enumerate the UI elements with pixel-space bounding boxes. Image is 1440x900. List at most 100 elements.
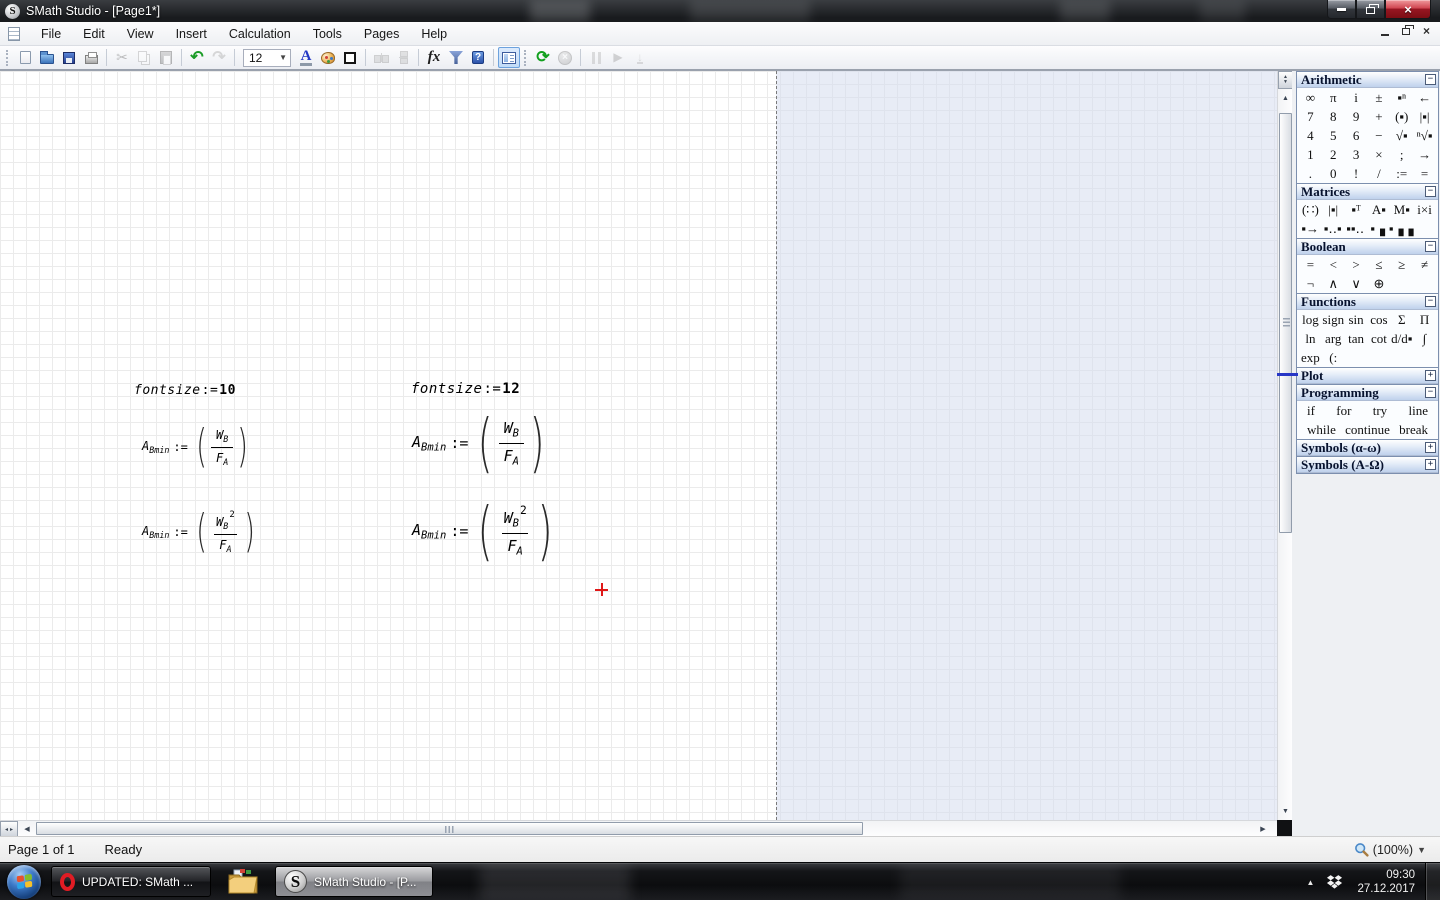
palette-item[interactable]: 9 [1345, 108, 1368, 125]
palette-item[interactable]: ▪ⁿ [1390, 89, 1413, 106]
palette-item[interactable]: 3 [1345, 146, 1368, 163]
taskbar-button-opera[interactable]: UPDATED: SMath ... [51, 866, 211, 897]
palette-item[interactable]: Π [1413, 311, 1436, 328]
palette-item[interactable]: tan [1345, 330, 1368, 347]
palette-item[interactable]: > [1345, 256, 1368, 273]
palette-item[interactable]: while [1307, 421, 1336, 438]
show-desktop-button[interactable] [1425, 863, 1440, 900]
palette-item[interactable]: line [1408, 402, 1428, 419]
palette-item[interactable]: 1 [1299, 146, 1322, 163]
palette-item[interactable]: ← [1413, 89, 1436, 106]
palette-item[interactable]: 8 [1322, 108, 1345, 125]
palette-item[interactable]: Σ [1390, 311, 1413, 328]
vertical-scroll-thumb[interactable] [1279, 113, 1292, 533]
palette-item[interactable]: ∞ [1299, 89, 1322, 106]
font-color-button[interactable]: A [295, 47, 317, 68]
palette-item[interactable]: − [1368, 127, 1391, 144]
panel-plot-header[interactable]: Plot+ [1297, 368, 1438, 384]
palette-item[interactable]: ≠ [1413, 256, 1436, 273]
palette-item[interactable]: cos [1368, 311, 1391, 328]
palette-item[interactable]: exp [1299, 349, 1322, 366]
scroll-up-button[interactable]: ▲ [1278, 91, 1293, 105]
palette-item[interactable]: ln [1299, 330, 1322, 347]
zoom-control[interactable]: (100%) ▼ [1354, 842, 1426, 857]
close-button[interactable]: × [1385, 0, 1431, 19]
palette-item[interactable]: ▪→ [1299, 220, 1321, 237]
palette-item[interactable]: (▪) [1390, 108, 1413, 125]
panel-symbols-α-ω-header[interactable]: Symbols (α-ω)+ [1297, 440, 1438, 456]
palette-item[interactable]: i [1345, 89, 1368, 106]
palette-item[interactable]: ∫ [1413, 330, 1436, 347]
horizontal-scrollbar[interactable]: ◂▸ ◀ ▶ [0, 820, 1277, 836]
math-region-1[interactable]: ABmin := ( WB FA ) [142, 421, 251, 473]
palette-item[interactable]: < [1322, 256, 1345, 273]
start-button[interactable] [7, 865, 41, 899]
minimize-button[interactable] [1327, 0, 1356, 19]
panel-arithmetic-header[interactable]: Arithmetic− [1297, 72, 1438, 88]
palette-item[interactable]: . [1299, 165, 1322, 182]
split-view-handle[interactable]: ◂▸ [0, 821, 18, 837]
palette-item[interactable]: log [1299, 311, 1322, 328]
palette-item[interactable]: try [1373, 402, 1387, 419]
menu-item-view[interactable]: View [116, 24, 165, 44]
palette-item[interactable]: := [1390, 165, 1413, 182]
taskbar-button-smath[interactable]: S SMath Studio - [P... [275, 866, 433, 897]
insert-function-button[interactable]: fx [423, 47, 445, 68]
palette-item[interactable]: × [1368, 146, 1391, 163]
undo-button[interactable]: ↶ [186, 47, 208, 68]
palette-item[interactable]: A▪ [1368, 201, 1391, 218]
menu-item-tools[interactable]: Tools [302, 24, 353, 44]
reference-book-button[interactable]: ? [467, 47, 489, 68]
clock[interactable]: 09:30 27.12.2017 [1357, 868, 1415, 896]
palette-item[interactable]: 2 [1322, 146, 1345, 163]
dropbox-icon[interactable] [1326, 875, 1343, 890]
collapse-icon[interactable]: − [1425, 74, 1436, 85]
math-region-2[interactable]: ABmin := ( WB2 FA ) [142, 503, 258, 561]
expand-icon[interactable]: + [1425, 442, 1436, 453]
palette-item[interactable]: ! [1345, 165, 1368, 182]
menu-item-pages[interactable]: Pages [353, 24, 410, 44]
menu-item-calculation[interactable]: Calculation [218, 24, 302, 44]
palette-item[interactable]: ▪‥▪ [1321, 220, 1343, 237]
font-size-combobox[interactable]: 12▼ [243, 49, 291, 67]
expand-icon[interactable]: + [1425, 459, 1436, 470]
palette-item[interactable]: ∧ [1322, 275, 1345, 292]
panel-boolean-header[interactable]: Boolean− [1297, 239, 1438, 255]
palette-item[interactable]: sin [1345, 311, 1368, 328]
new-document-button[interactable] [14, 47, 36, 68]
mdi-close-button[interactable]: × [1423, 25, 1430, 37]
palette-item[interactable]: = [1413, 165, 1436, 182]
panel-functions-header[interactable]: Functions− [1297, 294, 1438, 310]
panel-programming-header[interactable]: Programming− [1297, 385, 1438, 401]
palette-item[interactable]: |▪| [1322, 201, 1345, 218]
scroll-down-button[interactable]: ▼ [1278, 804, 1293, 818]
palette-item[interactable]: ≥ [1390, 256, 1413, 273]
menu-item-edit[interactable]: Edit [72, 24, 116, 44]
palette-item[interactable]: ▪▗ [1366, 220, 1388, 237]
panel-matrices-header[interactable]: Matrices− [1297, 184, 1438, 200]
scroll-left-button[interactable]: ◀ [20, 821, 34, 837]
collapse-icon[interactable]: − [1425, 186, 1436, 197]
palette-item[interactable]: M▪ [1390, 201, 1413, 218]
palette-item[interactable]: ≤ [1368, 256, 1391, 273]
palette-item[interactable]: + [1368, 108, 1391, 125]
collapse-icon[interactable]: − [1425, 241, 1436, 252]
fontsize-definition-12[interactable]: fontsize:=12 [411, 381, 520, 397]
scroll-right-button[interactable]: ▶ [1256, 821, 1270, 837]
sidebar-splitter[interactable] [1277, 373, 1298, 376]
menu-item-help[interactable]: Help [410, 24, 458, 44]
palette-item[interactable]: arg [1322, 330, 1345, 347]
palette-item[interactable]: 0 [1322, 165, 1345, 182]
palette-item[interactable]: continue [1345, 421, 1390, 438]
palette-item[interactable]: sign [1322, 311, 1345, 328]
collapse-icon[interactable]: − [1425, 296, 1436, 307]
show-hidden-icons-button[interactable]: ▲ [1295, 878, 1327, 887]
mdi-restore-button[interactable] [1402, 28, 1410, 35]
palette-item[interactable]: cot [1368, 330, 1391, 347]
horizontal-scroll-thumb[interactable] [36, 822, 863, 835]
palette-item[interactable]: ⊕ [1368, 275, 1391, 292]
palette-item[interactable]: π [1322, 89, 1345, 106]
menu-item-file[interactable]: File [30, 24, 72, 44]
palette-item[interactable]: ▪▪‥ [1344, 220, 1366, 237]
palette-item[interactable]: for [1336, 402, 1351, 419]
